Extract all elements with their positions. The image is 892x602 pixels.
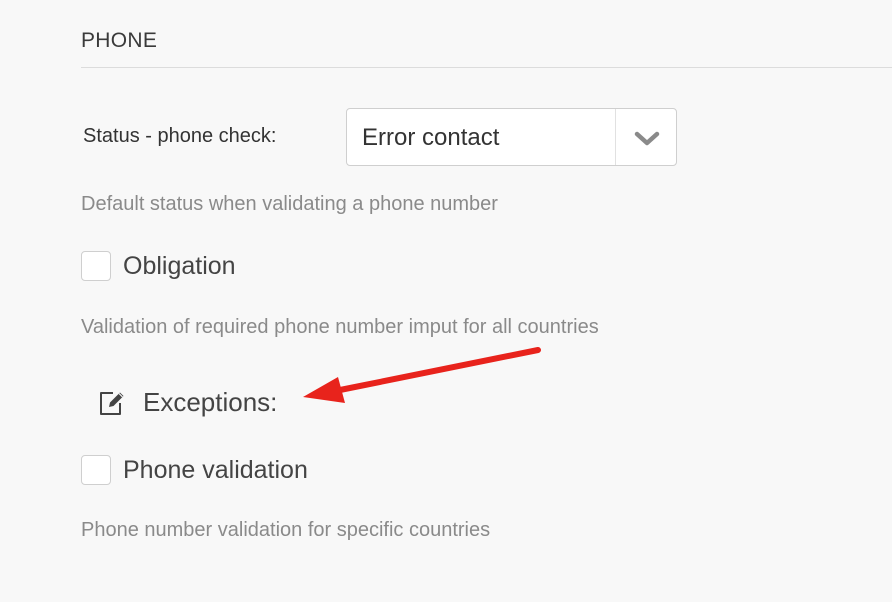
chevron-down-icon[interactable] [616,109,678,165]
edit-icon[interactable] [97,387,127,417]
section-title: PHONE [81,29,158,52]
phone-validation-help-text: Phone number validation for specific cou… [81,519,491,541]
phone-validation-checkbox[interactable] [81,455,111,485]
phone-validation-row[interactable]: Phone validation [81,454,308,486]
status-field-label: Status - phone check: [83,125,277,147]
annotation-arrow [303,347,541,403]
exceptions-label[interactable]: Exceptions: [143,387,277,418]
section-divider [81,67,892,68]
status-help-text: Default status when validating a phone n… [81,193,498,215]
status-select-value: Error contact [362,124,500,151]
phone-validation-label[interactable]: Phone validation [123,456,308,485]
obligation-checkbox[interactable] [81,251,111,281]
status-select[interactable]: Error contact [346,108,677,166]
exceptions-link[interactable]: Exceptions: [97,384,277,420]
obligation-help-text: Validation of required phone number impu… [81,316,599,338]
obligation-label[interactable]: Obligation [123,252,236,281]
obligation-row[interactable]: Obligation [81,250,236,282]
